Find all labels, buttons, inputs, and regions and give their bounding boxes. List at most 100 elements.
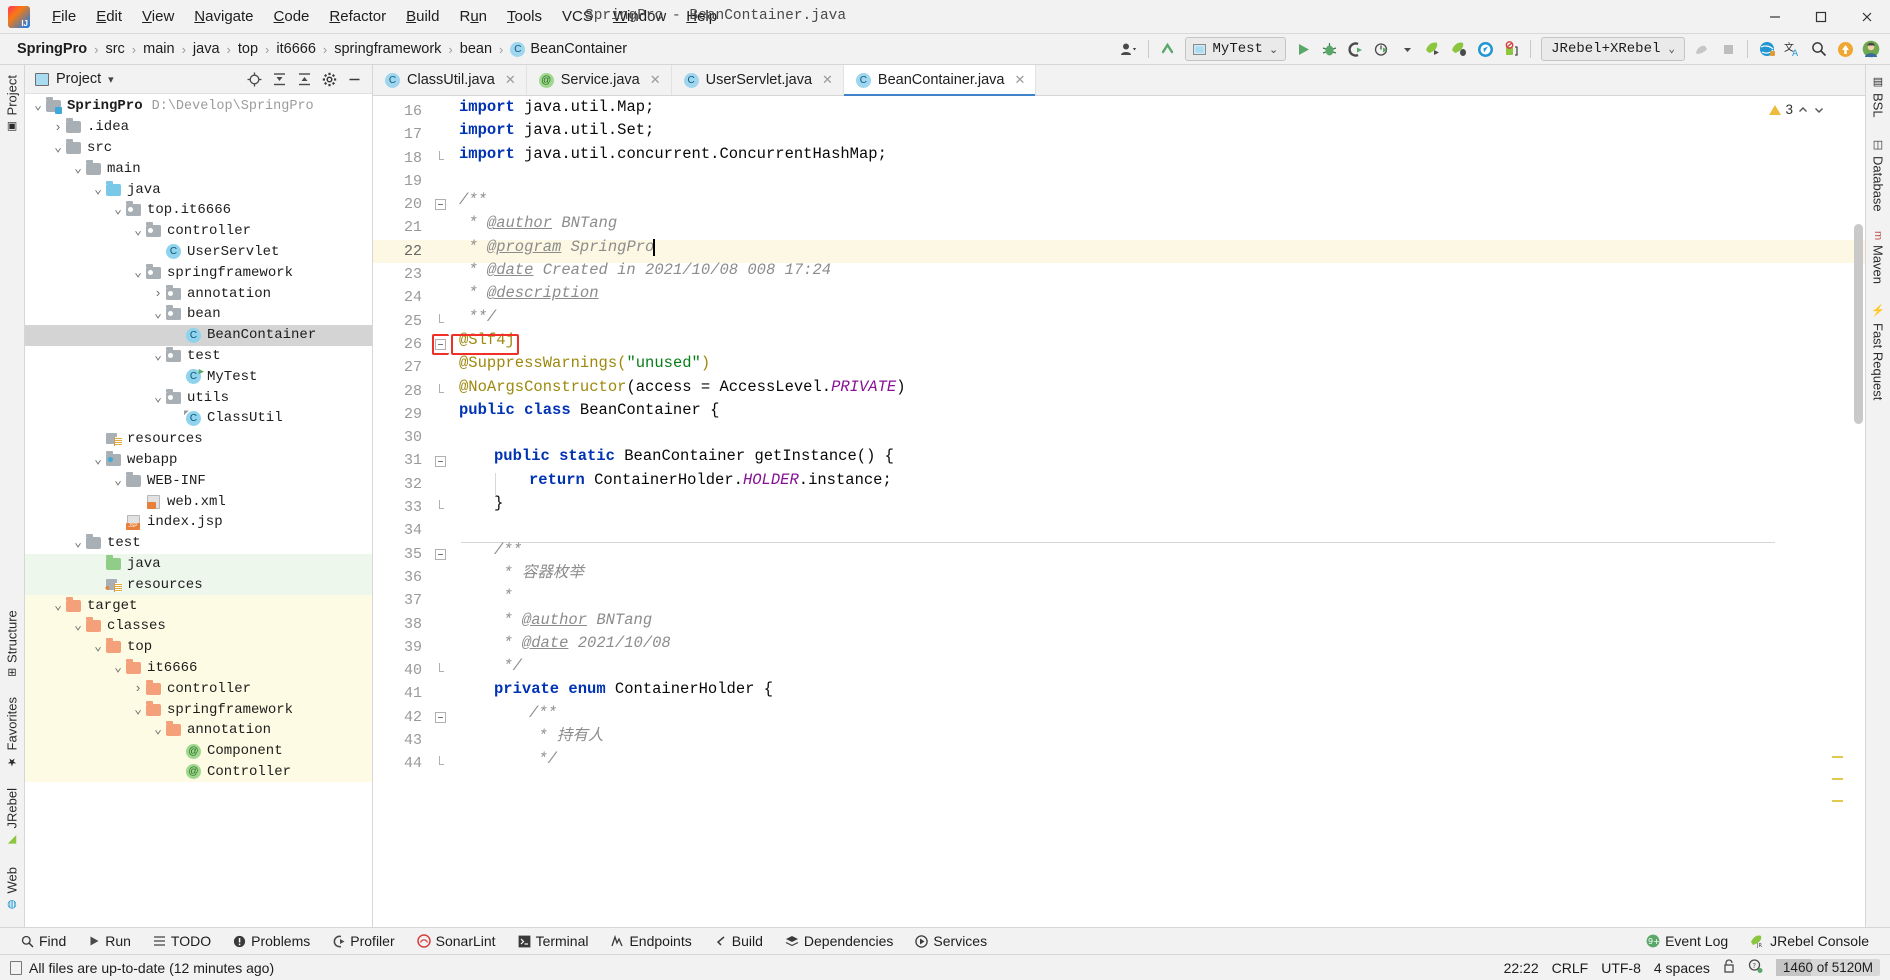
chevron-down-icon[interactable]: ⌄	[151, 307, 165, 320]
chevron-down-icon[interactable]: ⌄	[151, 391, 165, 404]
code-line[interactable]: import java.util.Set;	[449, 119, 1865, 142]
chevron-down-icon[interactable]: ⌄	[131, 266, 145, 279]
vcs-update-icon[interactable]	[1155, 37, 1181, 62]
inspection-icon[interactable]: ?	[1748, 958, 1763, 977]
tool-window-button-jrebel-console[interactable]: JR JRebel Console	[1739, 931, 1880, 951]
code-line[interactable]: * @date Created in 2021/10/08 008 17:24	[449, 259, 1865, 282]
chevron-down-icon[interactable]: ⌄	[131, 703, 145, 716]
tree-node-webapp[interactable]: ⌄ webapp	[25, 450, 372, 471]
tree-node-annotation[interactable]: › annotation	[25, 283, 372, 304]
code-content[interactable]: import java.util.Map; import java.util.Se…	[449, 96, 1865, 927]
menu-item-run[interactable]: Run	[449, 5, 497, 28]
tool-window-button-find[interactable]: Find	[10, 931, 77, 951]
breadcrumb-item-main[interactable]: main	[140, 40, 177, 58]
code-line[interactable]: **/	[449, 306, 1865, 329]
close-icon[interactable]: ✕	[505, 72, 516, 88]
editor-tab-service-java[interactable]: @ Service.java ✕	[527, 65, 672, 95]
settings-icon[interactable]	[318, 68, 341, 90]
sidebar-item-jrebel[interactable]: ◤ JRebel	[0, 778, 24, 856]
chevron-down-icon[interactable]: ⌄	[91, 453, 105, 466]
code-line[interactable]: /**	[449, 189, 1865, 212]
fold-collapse-icon[interactable]	[435, 711, 446, 723]
sidebar-item-project[interactable]: ▣ Project	[0, 65, 24, 143]
expand-all-icon[interactable]	[268, 68, 291, 90]
tree-node-test[interactable]: ⌄ test	[25, 346, 372, 367]
tree-node-annotation[interactable]: ⌄ annotation	[25, 719, 372, 741]
menu-item-navigate[interactable]: Navigate	[184, 5, 263, 28]
tree-node-classes[interactable]: ⌄ classes	[25, 615, 372, 637]
tree-node-userservlet[interactable]: C UserServlet	[25, 242, 372, 263]
hide-icon[interactable]	[343, 68, 366, 90]
translate-icon[interactable]: 文 A	[1780, 37, 1806, 62]
code-line[interactable]: * @program SpringPro	[449, 236, 1865, 259]
chevron-down-icon[interactable]: ⌄	[91, 640, 105, 653]
tree-node-mytest[interactable]: C ▶ MyTest	[25, 366, 372, 387]
tool-window-button-run[interactable]: Run	[77, 931, 142, 951]
chevron-down-icon[interactable]: ⌄	[71, 536, 85, 549]
tree-node-top-it6666[interactable]: ⌄ top.it6666	[25, 200, 372, 221]
editor-tab-beancontainer-java[interactable]: C BeanContainer.java ✕	[843, 65, 1037, 96]
code-line[interactable]: *	[449, 585, 1865, 608]
chevron-down-icon[interactable]: ⌄	[111, 203, 125, 216]
tree-node-resources[interactable]: resources	[25, 429, 372, 450]
fold-collapse-icon[interactable]	[435, 548, 446, 560]
jrebel-globe-icon[interactable]	[1754, 37, 1780, 62]
indent-setting[interactable]: 4 spaces	[1654, 960, 1710, 976]
chevron-down-icon[interactable]: ⌄	[91, 183, 105, 196]
close-icon[interactable]: ✕	[1015, 72, 1026, 88]
jrebel-run-icon[interactable]	[1420, 37, 1446, 62]
profiler-icon[interactable]	[1368, 37, 1394, 62]
code-line[interactable]: private enum ContainerHolder {	[449, 678, 1865, 701]
lock-icon[interactable]	[1723, 959, 1735, 976]
chevron-down-icon[interactable]	[1394, 37, 1420, 62]
chevron-down-icon[interactable]: ⌄	[51, 599, 65, 612]
run-configuration-selector[interactable]: MyTest ⌄	[1184, 37, 1287, 61]
sidebar-item-fast-request[interactable]: ⚡ Fast Request	[1866, 294, 1890, 410]
tree-node--idea[interactable]: › .idea	[25, 117, 372, 138]
tree-node-java[interactable]: ⌄ java	[25, 179, 372, 200]
update-icon[interactable]	[1832, 37, 1858, 62]
chevron-down-icon[interactable]: ⌄	[151, 349, 165, 362]
tree-node-target[interactable]: ⌄ target	[25, 595, 372, 616]
breadcrumb-item-springpro[interactable]: SpringPro	[14, 40, 90, 58]
tree-node-springframework[interactable]: ⌄ springframework	[25, 262, 372, 283]
search-icon[interactable]	[1806, 37, 1832, 62]
sidebar-item-web[interactable]: ◍ Web	[0, 857, 24, 922]
breadcrumb-item-java[interactable]: java	[190, 40, 223, 58]
chevron-down-icon[interactable]: ⌄	[111, 474, 125, 487]
menu-item-refactor[interactable]: Refactor	[319, 5, 396, 28]
tool-window-button-build[interactable]: Build	[703, 931, 774, 951]
code-editor[interactable]: 16 17 18 19 20 21 22 23 24 25 26 27 28 29 30 31 32 33 34 35…	[373, 96, 1865, 927]
project-panel-title[interactable]: Project ▾	[35, 71, 114, 87]
breadcrumb-item-top[interactable]: top	[235, 40, 261, 58]
tool-window-button-dependencies[interactable]: Dependencies	[774, 931, 905, 951]
tree-node-resources[interactable]: ◆ resources	[25, 574, 372, 596]
chevron-down-icon[interactable]: ⌄	[131, 224, 145, 237]
tree-node-top[interactable]: ⌄ top	[25, 636, 372, 658]
code-line[interactable]: * @description	[449, 282, 1865, 305]
tree-node-java[interactable]: java	[25, 553, 372, 575]
breadcrumb-item-springframework[interactable]: springframework	[331, 40, 444, 58]
code-line[interactable]: * @author BNTang	[449, 609, 1865, 632]
tool-window-button-sonarlint[interactable]: SonarLint	[406, 931, 507, 951]
tool-window-button-services[interactable]: Services	[904, 931, 998, 951]
menu-item-build[interactable]: Build	[396, 5, 449, 28]
close-button[interactable]	[1844, 0, 1890, 34]
tree-node-controller[interactable]: › controller	[25, 678, 372, 700]
tree-node-main[interactable]: ⌄ main	[25, 158, 372, 179]
code-line[interactable]: * @date 2021/10/08	[449, 632, 1865, 655]
sidebar-item-database[interactable]: ◫ Database	[1866, 128, 1890, 222]
breadcrumb-item-beancontainer[interactable]: C BeanContainer	[507, 40, 630, 58]
tree-node-classutil[interactable]: C ◤ ClassUtil	[25, 408, 372, 429]
sidebar-item-maven[interactable]: m Maven	[1866, 221, 1890, 294]
chevron-right-icon[interactable]: ›	[151, 286, 165, 301]
tree-node-index-jsp[interactable]: index.jsp	[25, 512, 372, 533]
breadcrumb-item-src[interactable]: src	[102, 40, 127, 58]
memory-indicator[interactable]: 1460 of 5120M	[1775, 959, 1880, 976]
tree-node-it6666[interactable]: ⌄ it6666	[25, 657, 372, 679]
code-line[interactable]: */	[449, 655, 1865, 678]
code-line[interactable]: * 持有人	[449, 725, 1865, 748]
file-encoding[interactable]: UTF-8	[1601, 960, 1641, 976]
account-icon[interactable]	[1858, 37, 1884, 62]
tree-node-component[interactable]: @ Component	[25, 740, 372, 762]
